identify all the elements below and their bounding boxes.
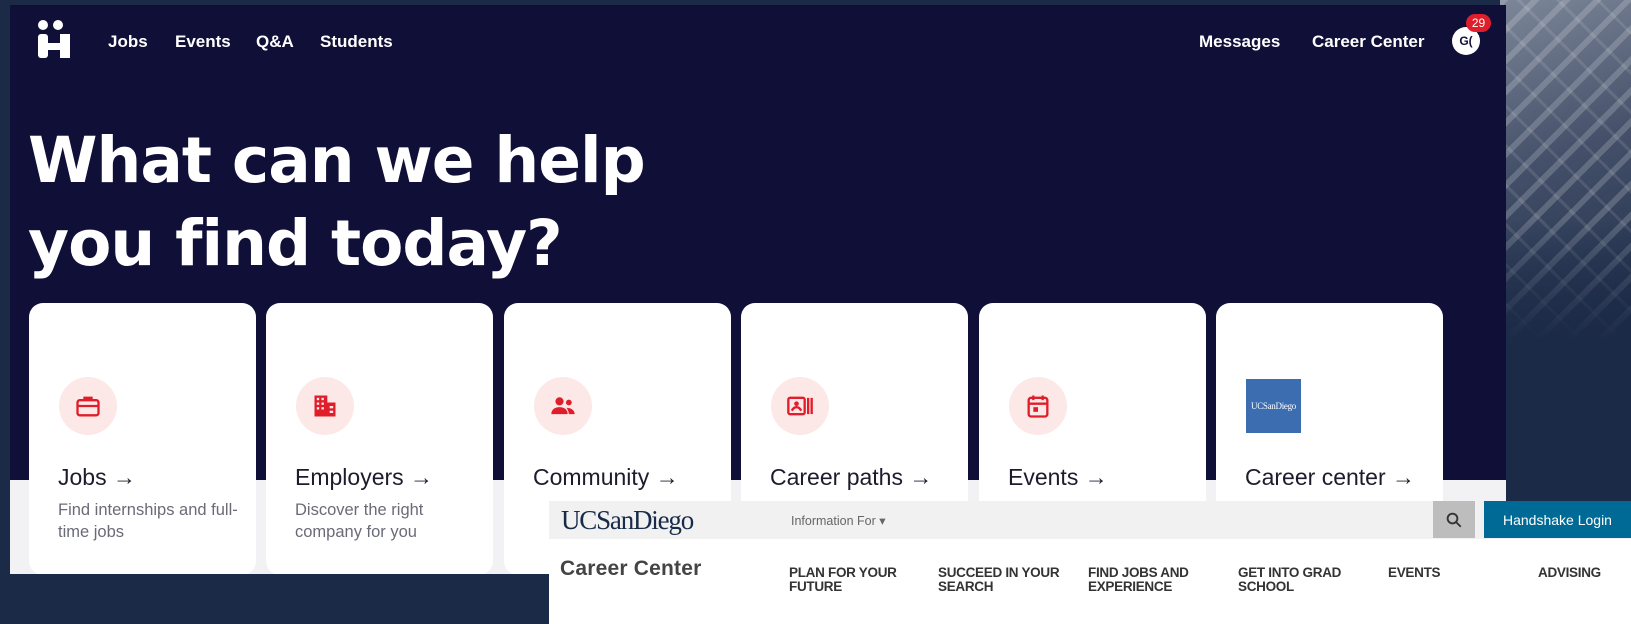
ucsd-logo: UCSanDiego [1246,379,1301,433]
card-title: Career center → [1245,464,1416,490]
ucsd-career-center-window: UCSanDiego Information For ▾ Handshake L… [549,501,1631,624]
card-title: Employers → [295,464,434,490]
briefcase-icon [76,396,100,417]
menu-advising[interactable]: ADVISING [1538,566,1618,580]
handshake-window: Jobs Events Q&A Students Messages Career… [10,5,1506,574]
menu-succeed-in-your-search[interactable]: SUCCEED IN YOUR SEARCH [938,566,1068,594]
background-architecture-photo [1500,0,1631,340]
building-icon [314,395,336,417]
id-card-icon [787,396,813,416]
card-title: Events → [1008,464,1108,490]
calendar-icon [1027,395,1049,418]
menu-get-into-grad-school[interactable]: GET INTO GRAD SCHOOL [1238,566,1353,594]
handshake-logo-icon[interactable] [36,17,72,61]
menu-events[interactable]: EVENTS [1388,566,1468,580]
nav-students-link[interactable]: Students [320,32,393,52]
nav-qa-link[interactable]: Q&A [256,32,294,52]
card-description: Find internships and full-time jobs [58,501,238,541]
search-icon [1446,512,1462,527]
menu-find-jobs-and-experience[interactable]: FIND JOBS AND EXPERIENCE [1088,566,1208,594]
people-icon [551,397,575,415]
briefcase-icon-wrap [59,377,117,435]
hero-line-1: What can we help [28,124,646,197]
nav-messages-link[interactable]: Messages [1199,32,1280,52]
card-description: Discover the right company for you [295,501,424,541]
card-jobs[interactable]: Jobs → Find internships and full-time jo… [29,303,256,574]
card-title: Career paths → [770,464,933,490]
card-title: Community → [533,464,679,490]
ucsd-wordmark-logo[interactable]: UCSanDiego [561,505,694,536]
calendar-icon-wrap [1009,377,1067,435]
card-employers[interactable]: Employers → Discover the right company f… [266,303,493,574]
people-icon-wrap [534,377,592,435]
hero-line-2: you find today? [28,207,563,280]
nav-jobs-link[interactable]: Jobs [108,32,148,52]
nav-events-link[interactable]: Events [175,32,231,52]
top-navigation: Jobs Events Q&A Students Messages Career… [10,5,1506,77]
nav-career-center-link[interactable]: Career Center [1312,32,1424,52]
handshake-login-button[interactable]: Handshake Login [1484,501,1631,538]
menu-plan-for-your-future[interactable]: PLAN FOR YOUR FUTURE [789,566,909,594]
card-title: Jobs → [58,464,136,490]
building-icon-wrap [296,377,354,435]
hero-heading: What can we help you find today? [28,119,788,285]
search-button[interactable] [1433,501,1475,538]
id-card-icon-wrap [771,377,829,435]
career-center-title[interactable]: Career Center [560,557,702,581]
notification-badge: 29 [1466,14,1491,32]
ucsd-topbar: UCSanDiego Information For ▾ Handshake L… [549,501,1631,539]
information-for-dropdown[interactable]: Information For ▾ [791,513,886,528]
